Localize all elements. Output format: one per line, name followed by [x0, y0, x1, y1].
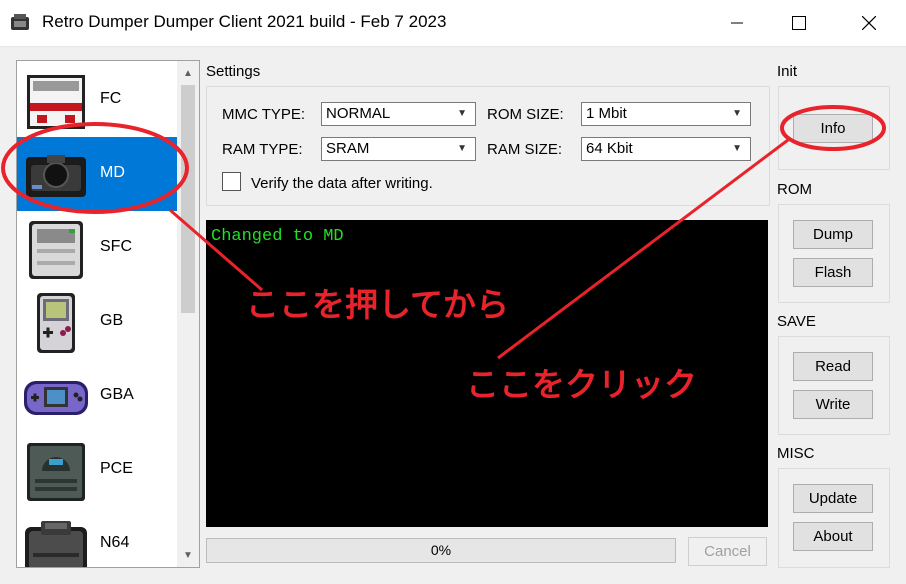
- save-group-label: SAVE: [777, 313, 816, 330]
- ram-type-select[interactable]: SRAM ▼: [321, 137, 476, 161]
- console-label: MD: [100, 164, 125, 181]
- console-item-gba[interactable]: GBA: [17, 359, 177, 433]
- rom-group: [778, 204, 890, 303]
- console-item-gb[interactable]: GB: [17, 285, 177, 359]
- mmc-type-select[interactable]: NORMAL ▼: [321, 102, 476, 126]
- mmc-type-label: MMC TYPE:: [222, 106, 306, 123]
- misc-group: [778, 468, 890, 568]
- misc-group-label: MISC: [777, 445, 815, 462]
- init-group-label: Init: [777, 63, 798, 80]
- annotation-text-1: ここを押してから: [246, 286, 510, 323]
- chevron-down-icon: ▼: [457, 143, 467, 154]
- console-label: GBA: [100, 386, 134, 403]
- progress-bar: 0%: [206, 538, 676, 563]
- rom-size-select[interactable]: 1 Mbit ▼: [581, 102, 751, 126]
- console-item-md[interactable]: MD: [17, 137, 177, 211]
- info-button[interactable]: Info: [793, 114, 873, 143]
- rom-size-value: 1 Mbit: [586, 105, 627, 122]
- console-item-fc[interactable]: FC: [17, 63, 177, 137]
- dump-button[interactable]: Dump: [793, 220, 873, 249]
- chevron-down-icon: ▼: [732, 108, 742, 119]
- save-group: [778, 336, 890, 435]
- window-title: Retro Dumper Dumper Client 2021 build - …: [42, 12, 447, 31]
- close-button[interactable]: [846, 0, 892, 46]
- minimize-button[interactable]: [714, 0, 760, 46]
- console-label: SFC: [100, 238, 132, 255]
- console-line: Changed to MD: [211, 227, 344, 246]
- app-icon: [11, 14, 29, 30]
- close-icon: [862, 16, 876, 30]
- chevron-down-icon: ▼: [732, 143, 742, 154]
- mega-drive-icon: [26, 155, 86, 197]
- scroll-down-icon[interactable]: ▼: [177, 545, 199, 565]
- console-item-sfc[interactable]: SFC: [17, 211, 177, 285]
- console-label: N64: [100, 534, 130, 551]
- scroll-up-icon[interactable]: ▲: [177, 63, 199, 83]
- super-famicom-icon: [29, 221, 83, 279]
- ram-size-select[interactable]: 64 Kbit ▼: [581, 137, 751, 161]
- console-list[interactable]: FC MD SFC GB GBA PCE N64 ▲ ▼: [16, 60, 200, 568]
- rom-group-label: ROM: [777, 181, 812, 198]
- mmc-type-value: NORMAL: [326, 105, 391, 122]
- settings-group-label: Settings: [206, 63, 261, 80]
- write-button[interactable]: Write: [793, 390, 873, 419]
- ram-size-value: 64 Kbit: [586, 140, 633, 157]
- progress-text: 0%: [430, 542, 452, 558]
- about-button[interactable]: About: [793, 522, 873, 551]
- console-label: PCE: [100, 460, 133, 477]
- verify-checkbox[interactable]: [222, 172, 241, 191]
- game-boy-icon: [37, 293, 75, 353]
- flash-button[interactable]: Flash: [793, 258, 873, 287]
- read-button[interactable]: Read: [793, 352, 873, 381]
- rom-size-label: ROM SIZE:: [487, 106, 564, 123]
- pc-engine-icon: [27, 443, 85, 501]
- maximize-icon: [792, 16, 806, 30]
- ram-type-label: RAM TYPE:: [222, 141, 303, 158]
- ram-type-value: SRAM: [326, 140, 370, 157]
- cancel-button[interactable]: Cancel: [688, 537, 767, 566]
- console-label: GB: [100, 312, 124, 329]
- title-bar: Retro Dumper Dumper Client 2021 build - …: [0, 0, 906, 46]
- annotation-text-2: ここをクリック: [466, 366, 697, 403]
- famicom-icon: [27, 75, 85, 129]
- console-list-scrollbar[interactable]: ▲ ▼: [177, 61, 199, 567]
- chevron-down-icon: ▼: [457, 108, 467, 119]
- game-boy-advance-icon: [24, 381, 88, 415]
- console-label: FC: [100, 90, 122, 107]
- nintendo-64-icon: [25, 521, 87, 567]
- console-item-n64[interactable]: N64: [17, 507, 177, 567]
- maximize-button[interactable]: [776, 0, 822, 46]
- update-button[interactable]: Update: [793, 484, 873, 513]
- ram-size-label: RAM SIZE:: [487, 141, 563, 158]
- minimize-icon: [731, 22, 743, 24]
- verify-label: Verify the data after writing.: [251, 175, 433, 192]
- scrollbar-thumb[interactable]: [181, 85, 195, 313]
- console-item-pce[interactable]: PCE: [17, 433, 177, 507]
